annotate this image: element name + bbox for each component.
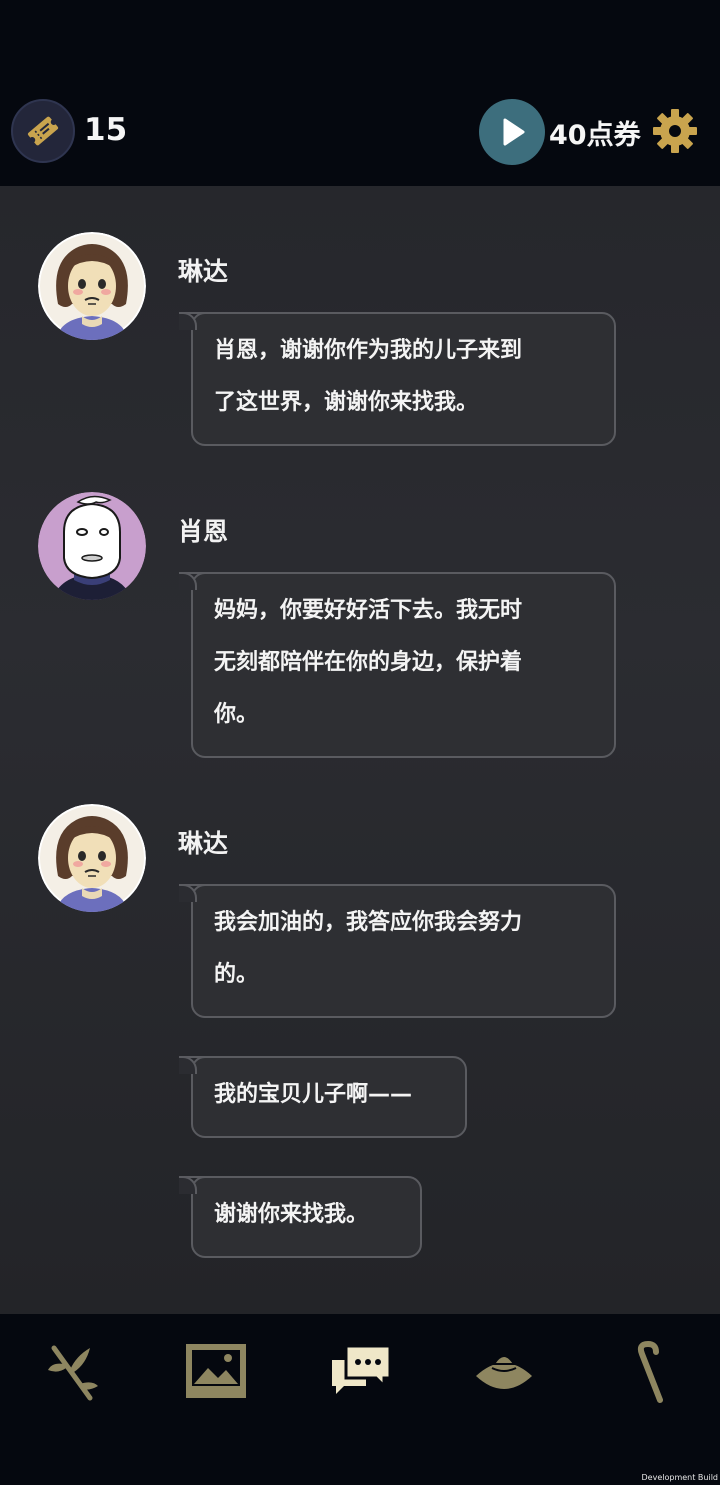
speaker-name: 琳达 <box>178 829 229 858</box>
sean-portrait <box>38 492 146 600</box>
chat-bubble: 肖恩，谢谢你作为我的儿子来到 了这世界，谢谢你来找我。 <box>179 312 616 446</box>
bubble-line: 无刻都陪伴在你的身边，保护着 <box>214 650 523 675</box>
avatar-sean <box>38 492 146 600</box>
bubble-line: 我会加油的，我答应你我会努力 <box>214 910 523 935</box>
top-bar: 15 40点券 <box>0 0 720 186</box>
points-label: 40点券 <box>549 120 641 151</box>
avatar-linda <box>38 232 146 340</box>
linda-portrait <box>38 232 146 340</box>
chat-icon[interactable] <box>328 1340 392 1404</box>
speaker-name: 肖恩 <box>178 517 229 546</box>
chat-bubble: 我的宝贝儿子啊—— <box>179 1056 467 1138</box>
build-label: Development Build <box>641 1473 718 1482</box>
gear-icon[interactable] <box>652 108 698 154</box>
gallery-icon[interactable] <box>184 1340 248 1404</box>
cane-icon[interactable] <box>616 1340 680 1404</box>
branch-icon[interactable] <box>40 1340 104 1404</box>
bubble-line: 我的宝贝儿子啊—— <box>214 1082 413 1107</box>
watch-ad-button[interactable] <box>479 99 545 165</box>
bubble-line: 你。 <box>214 702 259 727</box>
chat-bubble: 妈妈，你要好好活下去。我无时 无刻都陪伴在你的身边，保护着 你。 <box>179 572 616 758</box>
ticket-count: 15 <box>84 112 128 148</box>
avatar-linda <box>38 804 146 912</box>
ticket-icon <box>27 116 59 146</box>
bubble-line: 了这世界，谢谢你来找我。 <box>214 390 479 415</box>
chat-bubble: 谢谢你来找我。 <box>179 1176 422 1258</box>
chat-bubble: 我会加油的，我答应你我会努力 的。 <box>179 884 616 1018</box>
bubble-line: 谢谢你来找我。 <box>214 1202 369 1227</box>
linda-portrait <box>38 804 146 912</box>
bubble-line: 肖恩，谢谢你作为我的儿子来到 <box>214 338 523 363</box>
ticket-badge[interactable] <box>11 99 75 163</box>
play-icon <box>503 118 525 146</box>
speaker-name: 琳达 <box>178 257 229 286</box>
bubble-line: 的。 <box>214 962 259 987</box>
bubble-line: 妈妈，你要好好活下去。我无时 <box>214 598 523 623</box>
hat-icon[interactable] <box>472 1340 536 1404</box>
chat-log[interactable]: 琳达 肖恩，谢谢你作为我的儿子来到 了这世界，谢谢你来找我。 肖恩 妈妈，你要好… <box>0 186 720 1314</box>
